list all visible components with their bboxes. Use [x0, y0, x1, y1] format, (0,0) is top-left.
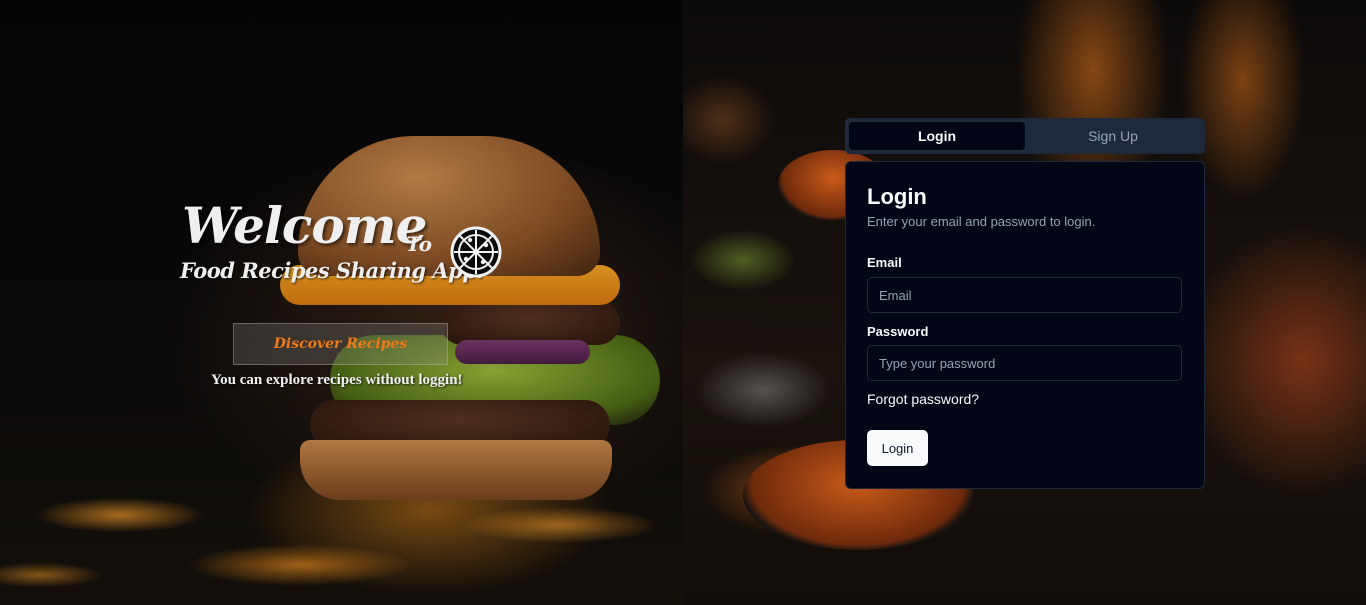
pizza-icon: [450, 226, 502, 278]
forgot-password-link[interactable]: Forgot password?: [867, 391, 979, 407]
password-field[interactable]: [867, 345, 1182, 381]
login-button[interactable]: Login: [867, 430, 928, 466]
welcome-to-text: To: [406, 232, 432, 256]
hero-panel: Welcome To Food Recipes Sharing App! Dis…: [0, 0, 683, 605]
explore-hint-text: You can explore recipes without loggin!: [211, 372, 463, 388]
discover-recipes-button[interactable]: Discover Recipes: [233, 323, 448, 365]
tab-sign-up[interactable]: Sign Up: [1025, 122, 1201, 150]
app-name-heading: Food Recipes Sharing App!: [180, 258, 486, 283]
tab-login[interactable]: Login: [849, 122, 1025, 150]
password-label: Password: [867, 324, 929, 339]
email-label: Email: [867, 255, 902, 270]
auth-tabs: Login Sign Up: [845, 118, 1205, 154]
login-card: Login Enter your email and password to l…: [845, 161, 1205, 489]
email-field[interactable]: [867, 277, 1182, 313]
card-subtitle: Enter your email and password to login.: [867, 214, 1096, 229]
card-title: Login: [867, 184, 927, 209]
welcome-heading: Welcome: [182, 196, 427, 255]
